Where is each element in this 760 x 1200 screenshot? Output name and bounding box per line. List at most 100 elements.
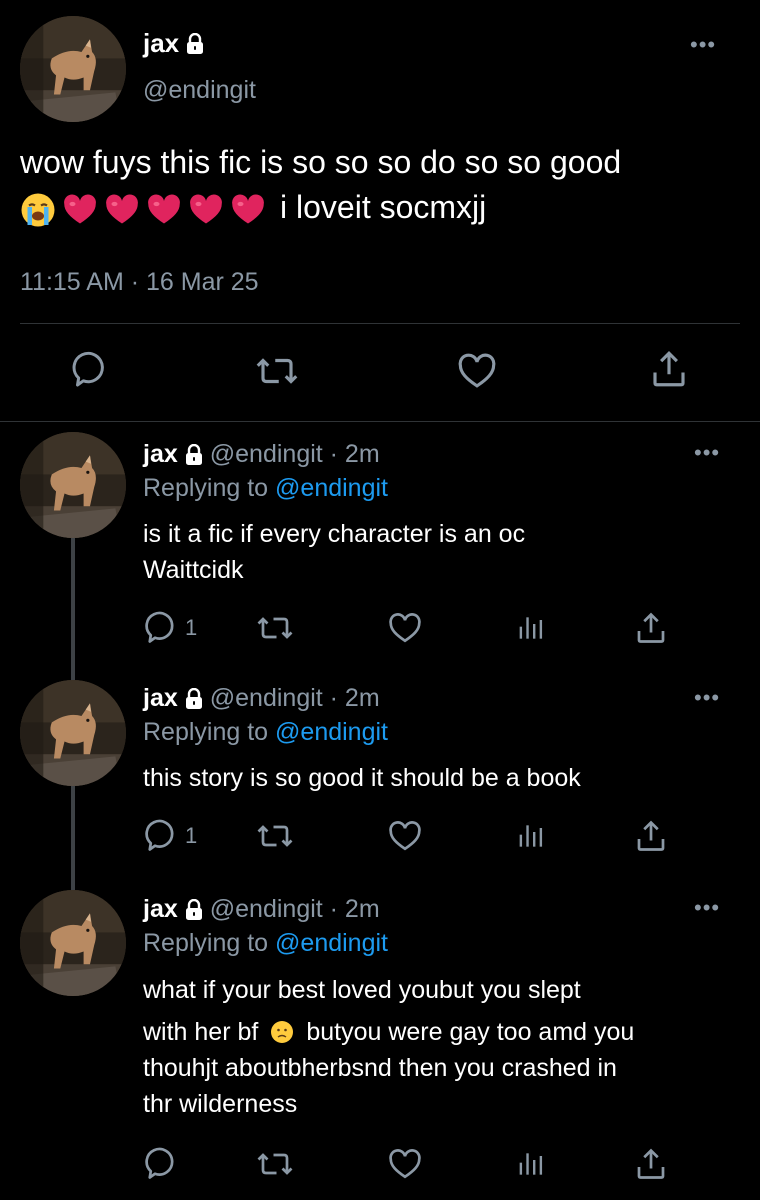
reply-text-line: with her bf butyou were gay too amd you [143, 1014, 743, 1050]
replying-to: Replying to @endingit [143, 474, 388, 503]
mention-link[interactable]: @endingit [275, 718, 388, 746]
action-bar [143, 1146, 683, 1186]
replying-to-prefix: Replying to [143, 474, 276, 502]
avatar[interactable] [20, 432, 126, 538]
tweet-text-segment: i loveit socmxjj [280, 189, 487, 225]
mention-link[interactable]: @endingit [275, 474, 388, 502]
analytics-icon [513, 1146, 545, 1182]
reply-text-line: thouhjt aboutbherbsnd then you crashed i… [143, 1054, 617, 1082]
display-name[interactable]: jax [143, 440, 178, 469]
thread-line [71, 786, 75, 890]
more-options-button[interactable]: ••• [694, 687, 720, 709]
share-icon [648, 348, 690, 390]
share-icon [633, 818, 669, 854]
reply-text-line: Waittcidk [143, 556, 244, 584]
retweet-icon [257, 818, 293, 854]
like-button[interactable] [387, 1146, 423, 1182]
mention-link[interactable]: @endingit [275, 929, 388, 957]
avatar[interactable] [20, 890, 126, 996]
timestamp[interactable]: 11:15 AM · 16 Mar 25 [20, 268, 259, 297]
reply-text-line: is it a fic if every character is an oc [143, 520, 526, 548]
replying-to: Replying to @endingit [143, 718, 388, 747]
more-options-button[interactable]: ••• [694, 897, 720, 919]
share-button[interactable] [633, 818, 669, 854]
lock-icon [184, 688, 204, 710]
display-name[interactable]: jax [143, 684, 178, 713]
heart-icon [387, 1146, 423, 1182]
replying-to: Replying to @endingit [143, 929, 388, 958]
retweet-button[interactable] [256, 350, 298, 392]
fox-photo-icon [20, 16, 126, 122]
heart-icon [387, 610, 423, 646]
display-name[interactable]: jax [143, 28, 205, 59]
lock-icon [184, 444, 204, 466]
tweet-text: wow fuys this fic is so so so do so so g… [20, 140, 750, 230]
replying-to-prefix: Replying to [143, 718, 276, 746]
red-heart-icon [230, 192, 266, 228]
share-button[interactable] [633, 610, 669, 646]
share-icon [633, 610, 669, 646]
analytics-button[interactable] [513, 610, 545, 646]
reply-header: jax @endingit · 2m [143, 684, 380, 713]
analytics-icon [513, 818, 545, 854]
reply-text-line: this story is so good it should be a boo… [143, 764, 581, 792]
action-bar: 1 [143, 610, 683, 650]
retweet-button[interactable] [257, 610, 293, 646]
display-name[interactable]: jax [143, 895, 178, 924]
red-heart-icon [188, 192, 224, 228]
handle-and-time[interactable]: @endingit · 2m [210, 684, 380, 713]
reply-text-line: what if your best loved youbut you slept [143, 976, 581, 1004]
thread-line [71, 538, 75, 682]
reply-icon [143, 818, 179, 854]
reply-text-line: thr wilderness [143, 1090, 298, 1118]
avatar[interactable] [20, 680, 126, 786]
like-button[interactable] [456, 350, 498, 392]
tweet-text-line: wow fuys this fic is so so so do so so g… [20, 144, 622, 180]
handle-and-time[interactable]: @endingit · 2m [210, 440, 380, 469]
loudly-crying-face-icon [20, 192, 56, 228]
reply-icon [70, 350, 110, 390]
reply-button[interactable] [70, 350, 110, 390]
handle-and-time[interactable]: @endingit · 2m [210, 895, 380, 924]
avatar[interactable] [20, 16, 126, 122]
fox-photo-icon [20, 432, 126, 538]
reply-button[interactable] [143, 1146, 179, 1182]
reply-button[interactable]: 1 [143, 818, 197, 854]
analytics-button[interactable] [513, 1146, 545, 1182]
reply-button[interactable]: 1 [143, 610, 197, 646]
more-options-button[interactable]: ••• [690, 34, 716, 56]
emoji-row [20, 192, 266, 228]
retweet-button[interactable] [257, 1146, 293, 1182]
lock-icon [185, 33, 205, 55]
replying-to-prefix: Replying to [143, 929, 276, 957]
reply-text: this story is so good it should be a boo… [143, 760, 743, 796]
heart-icon [387, 818, 423, 854]
analytics-button[interactable] [513, 818, 545, 854]
reply-count: 1 [185, 615, 198, 640]
reply-icon [143, 610, 179, 646]
red-heart-icon [146, 192, 182, 228]
heart-icon [456, 350, 498, 392]
action-bar [20, 348, 740, 398]
reply-header: jax @endingit · 2m [143, 440, 380, 469]
share-button[interactable] [648, 348, 690, 390]
reply-header: jax @endingit · 2m [143, 895, 380, 924]
handle[interactable]: @endingit [143, 76, 256, 105]
reply-text-segment: butyou were gay too amd you [306, 1018, 635, 1046]
red-heart-icon [104, 192, 140, 228]
retweet-icon [257, 610, 293, 646]
retweet-button[interactable] [257, 818, 293, 854]
lock-icon [184, 899, 204, 921]
divider [0, 421, 760, 422]
divider [20, 323, 740, 324]
share-button[interactable] [633, 1146, 669, 1182]
fox-photo-icon [20, 890, 126, 996]
share-icon [633, 1146, 669, 1182]
reply-count: 1 [185, 823, 198, 848]
reply-text: what if your best loved youbut you slept… [143, 972, 743, 1122]
like-button[interactable] [387, 818, 423, 854]
reply-text: is it a fic if every character is an oc … [143, 516, 743, 588]
display-name-text: jax [143, 28, 180, 58]
more-options-button[interactable]: ••• [694, 442, 720, 464]
like-button[interactable] [387, 610, 423, 646]
